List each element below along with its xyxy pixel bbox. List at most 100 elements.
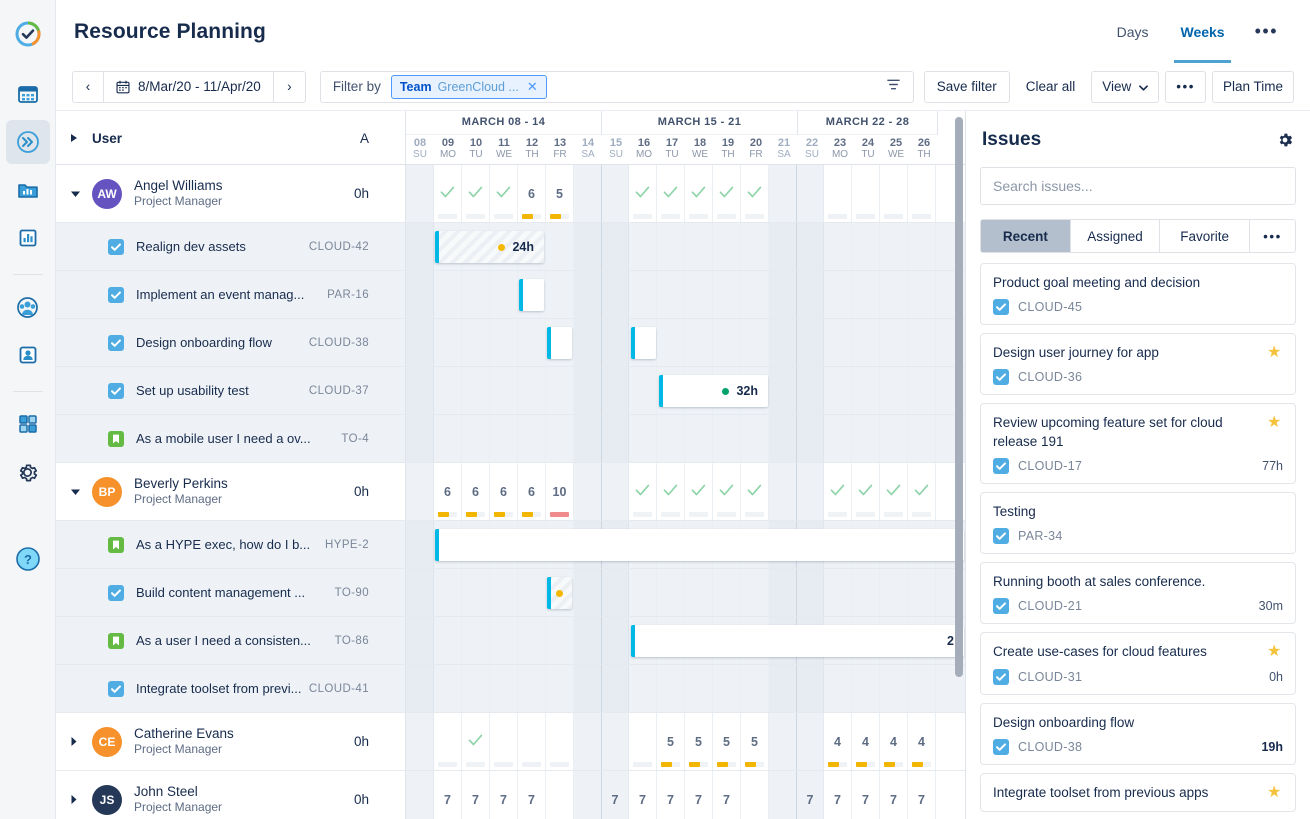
day-cell[interactable]: 7 — [796, 771, 824, 819]
day-cell[interactable] — [546, 713, 574, 770]
issues-tab[interactable]: Assigned — [1071, 219, 1161, 253]
day-cell[interactable] — [824, 223, 852, 270]
day-cell[interactable]: 7 — [490, 771, 518, 819]
day-cell[interactable]: 10 — [546, 463, 574, 520]
day-cell[interactable]: 5 — [741, 713, 769, 770]
day-cell[interactable] — [574, 223, 602, 270]
day-cell[interactable] — [434, 665, 462, 712]
day-cell[interactable] — [434, 319, 462, 366]
day-cell[interactable] — [713, 223, 741, 270]
user-row[interactable]: AWAngel WilliamsProject Manager0h65 — [56, 165, 965, 223]
day-cell[interactable] — [574, 165, 602, 222]
day-cell[interactable] — [434, 713, 462, 770]
day-cell[interactable] — [769, 415, 797, 462]
gantt-bar[interactable]: 2 — [631, 625, 964, 657]
timeline-cell[interactable] — [406, 665, 965, 713]
day-cell[interactable] — [741, 463, 769, 520]
day-cell[interactable] — [601, 319, 629, 366]
day-cell[interactable] — [741, 223, 769, 270]
day-cell[interactable]: 7 — [880, 771, 908, 819]
day-cell[interactable] — [546, 617, 574, 664]
help-icon[interactable]: ? — [6, 537, 50, 581]
day-cell[interactable] — [657, 271, 685, 318]
task-row[interactable]: Realign dev assetsCLOUD-4224h — [56, 223, 965, 271]
day-cell[interactable] — [434, 569, 462, 616]
day-cell[interactable] — [769, 713, 797, 770]
day-cell[interactable] — [518, 665, 546, 712]
timeline-cell[interactable]: 32h — [406, 367, 965, 415]
gantt-bar[interactable] — [519, 279, 544, 311]
day-cell[interactable] — [713, 665, 741, 712]
day-cell[interactable] — [685, 223, 713, 270]
day-cell[interactable] — [462, 271, 490, 318]
timeline-cell[interactable] — [406, 415, 965, 463]
row-expand-caret-icon[interactable] — [70, 736, 92, 747]
day-cell[interactable] — [546, 271, 574, 318]
day-cell[interactable] — [629, 223, 657, 270]
user-row[interactable]: BPBeverly PerkinsProject Manager0h666610 — [56, 463, 965, 521]
search-input[interactable] — [993, 178, 1283, 194]
day-cell[interactable] — [574, 569, 602, 616]
gear-icon[interactable] — [1276, 131, 1294, 149]
day-cell[interactable] — [685, 165, 713, 222]
day-cell[interactable] — [657, 319, 685, 366]
day-cell[interactable]: 5 — [546, 165, 574, 222]
task-row[interactable]: As a mobile user I need a ov...TO-4 — [56, 415, 965, 463]
day-cell[interactable] — [741, 271, 769, 318]
day-cell[interactable] — [546, 367, 574, 414]
day-cell[interactable]: 5 — [685, 713, 713, 770]
task-row[interactable]: Design onboarding flowCLOUD-38 — [56, 319, 965, 367]
day-cell[interactable] — [657, 463, 685, 520]
day-cell[interactable] — [546, 665, 574, 712]
day-cell[interactable] — [434, 165, 462, 222]
gantt-bar[interactable] — [631, 327, 656, 359]
favorite-star-icon[interactable]: ★ — [1267, 414, 1283, 432]
timeline-cell[interactable]: 65 — [406, 165, 965, 223]
day-cell[interactable]: 7 — [713, 771, 741, 819]
day-cell[interactable] — [574, 271, 602, 318]
day-cell[interactable] — [629, 367, 657, 414]
day-cell[interactable] — [852, 367, 880, 414]
day-cell[interactable] — [406, 569, 434, 616]
day-cell[interactable]: 6 — [490, 463, 518, 520]
row-expand-caret-icon[interactable] — [70, 190, 92, 198]
day-cell[interactable] — [908, 367, 936, 414]
day-cell[interactable] — [406, 521, 434, 568]
day-cell[interactable]: 6 — [434, 463, 462, 520]
calendar-icon[interactable] — [6, 72, 50, 116]
day-cell[interactable] — [796, 367, 824, 414]
day-cell[interactable]: 7 — [601, 771, 629, 819]
next-period-button[interactable]: › — [274, 71, 306, 103]
day-cell[interactable] — [406, 271, 434, 318]
day-cell[interactable] — [685, 271, 713, 318]
task-row[interactable]: Set up usability testCLOUD-3732h — [56, 367, 965, 415]
timeline-cell[interactable]: 24h — [406, 223, 965, 271]
day-cell[interactable] — [796, 569, 824, 616]
day-cell[interactable] — [406, 319, 434, 366]
day-cell[interactable] — [657, 665, 685, 712]
task-row[interactable]: Build content management ...TO-90 — [56, 569, 965, 617]
day-cell[interactable]: 7 — [518, 771, 546, 819]
day-cell[interactable] — [574, 617, 602, 664]
task-row[interactable]: As a user I need a consisten...TO-862 — [56, 617, 965, 665]
day-cell[interactable] — [546, 415, 574, 462]
day-cell[interactable] — [546, 771, 574, 819]
day-cell[interactable] — [852, 319, 880, 366]
team-icon[interactable] — [6, 285, 50, 329]
day-cell[interactable] — [908, 463, 936, 520]
day-cell[interactable] — [601, 415, 629, 462]
day-cell[interactable] — [741, 415, 769, 462]
save-filter-button[interactable]: Save filter — [924, 71, 1010, 103]
day-cell[interactable] — [462, 165, 490, 222]
issue-card[interactable]: Design user journey for app★CLOUD-36 — [980, 333, 1296, 395]
favorite-star-icon[interactable]: ★ — [1267, 784, 1283, 802]
day-cell[interactable] — [852, 165, 880, 222]
toolbar-more-button[interactable]: ••• — [1165, 71, 1206, 103]
day-cell[interactable] — [769, 223, 797, 270]
plan-time-button[interactable]: Plan Time — [1212, 71, 1294, 103]
search-issues-field[interactable] — [980, 167, 1296, 205]
day-cell[interactable] — [601, 463, 629, 520]
day-cell[interactable]: 4 — [852, 713, 880, 770]
timeline-cell[interactable]: 77777777777777 — [406, 771, 965, 819]
day-cell[interactable] — [713, 165, 741, 222]
